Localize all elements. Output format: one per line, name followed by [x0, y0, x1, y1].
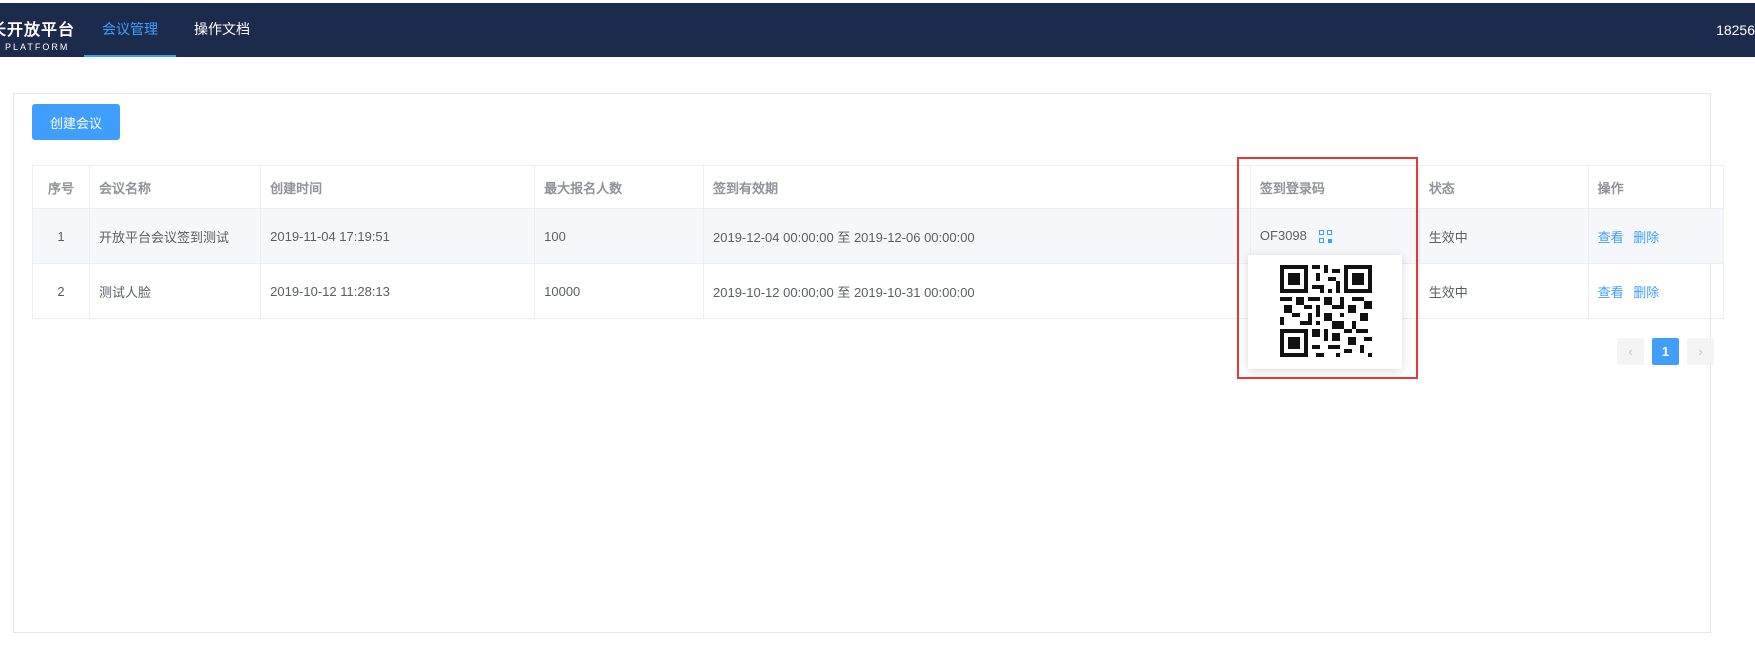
cell-status: 生效中 [1418, 263, 1589, 319]
chevron-right-icon[interactable]: › [1687, 338, 1714, 365]
logo-title: 长开放平台 [0, 22, 76, 39]
header-checkin-code: 签到登录码 [1249, 165, 1420, 209]
table-header-row: 序号 会议名称 创建时间 最大报名人数 签到有效期 签到登录码 状态 操作 [31, 165, 1725, 209]
chevron-left-icon[interactable]: ‹ [1617, 338, 1644, 365]
header-status: 状态 [1418, 165, 1589, 209]
cell-actions: 查看 删除 [1587, 263, 1725, 319]
table-row[interactable]: 1 开放平台会议签到测试 2019-11-04 17:19:51 100 201… [31, 208, 1725, 264]
cell-validity: 2019-12-04 00:00:00 至 2019-12-06 00:00:0… [703, 208, 1251, 264]
cell-actions: 查看 删除 [1587, 208, 1725, 264]
header-validity: 签到有效期 [703, 165, 1251, 209]
user-account[interactable]: 18256 [1716, 3, 1755, 57]
cell-status: 生效中 [1418, 208, 1589, 264]
header-actions: 操作 [1587, 165, 1725, 209]
cell-index: 2 [31, 263, 91, 319]
header-max-attendees: 最大报名人数 [534, 165, 705, 209]
qr-code-popover [1248, 255, 1402, 369]
logo[interactable]: 长开放平台 N PLATFORM [0, 16, 75, 52]
pagination: ‹ 1 › [1617, 338, 1714, 365]
checkin-code-text: OF3098 [1259, 228, 1307, 244]
cell-meeting-name: 测试人脸 [89, 263, 262, 319]
header-index: 序号 [31, 165, 91, 209]
nav-meeting-management[interactable]: 会议管理 [84, 3, 176, 57]
cell-index: 1 [31, 208, 91, 264]
top-bar: 长开放平台 N PLATFORM 会议管理 操作文档 18256 [0, 3, 1755, 57]
view-link[interactable]: 查看 [1598, 285, 1624, 300]
cell-meeting-name: 开放平台会议签到测试 [89, 208, 262, 264]
meetings-table: 序号 会议名称 创建时间 最大报名人数 签到有效期 签到登录码 状态 操作 1 … [31, 165, 1725, 319]
delete-link[interactable]: 删除 [1633, 285, 1659, 300]
qr-code-image [1280, 265, 1372, 357]
header-created-time: 创建时间 [260, 165, 536, 209]
table-row[interactable]: 2 测试人脸 2019-10-12 11:28:13 10000 2019-10… [31, 263, 1725, 319]
cell-validity: 2019-10-12 00:00:00 至 2019-10-31 00:00:0… [703, 263, 1251, 319]
create-meeting-button[interactable]: 创建会议 [32, 104, 120, 140]
nav-docs[interactable]: 操作文档 [176, 3, 268, 57]
view-link[interactable]: 查看 [1598, 230, 1624, 245]
page-number[interactable]: 1 [1652, 338, 1679, 365]
cell-created-time: 2019-11-04 17:19:51 [260, 208, 536, 264]
main-card: 创建会议 序号 会议名称 创建时间 最大报名人数 签到有效期 签到登录码 状态 … [13, 93, 1725, 633]
qr-code-icon[interactable] [1318, 229, 1333, 244]
cell-max-attendees: 10000 [534, 263, 705, 319]
logo-subtitle: N PLATFORM [0, 42, 70, 52]
header-meeting-name: 会议名称 [89, 165, 262, 209]
cell-created-time: 2019-10-12 11:28:13 [260, 263, 536, 319]
cell-max-attendees: 100 [534, 208, 705, 264]
main-nav: 会议管理 操作文档 [84, 3, 268, 57]
delete-link[interactable]: 删除 [1633, 230, 1659, 245]
